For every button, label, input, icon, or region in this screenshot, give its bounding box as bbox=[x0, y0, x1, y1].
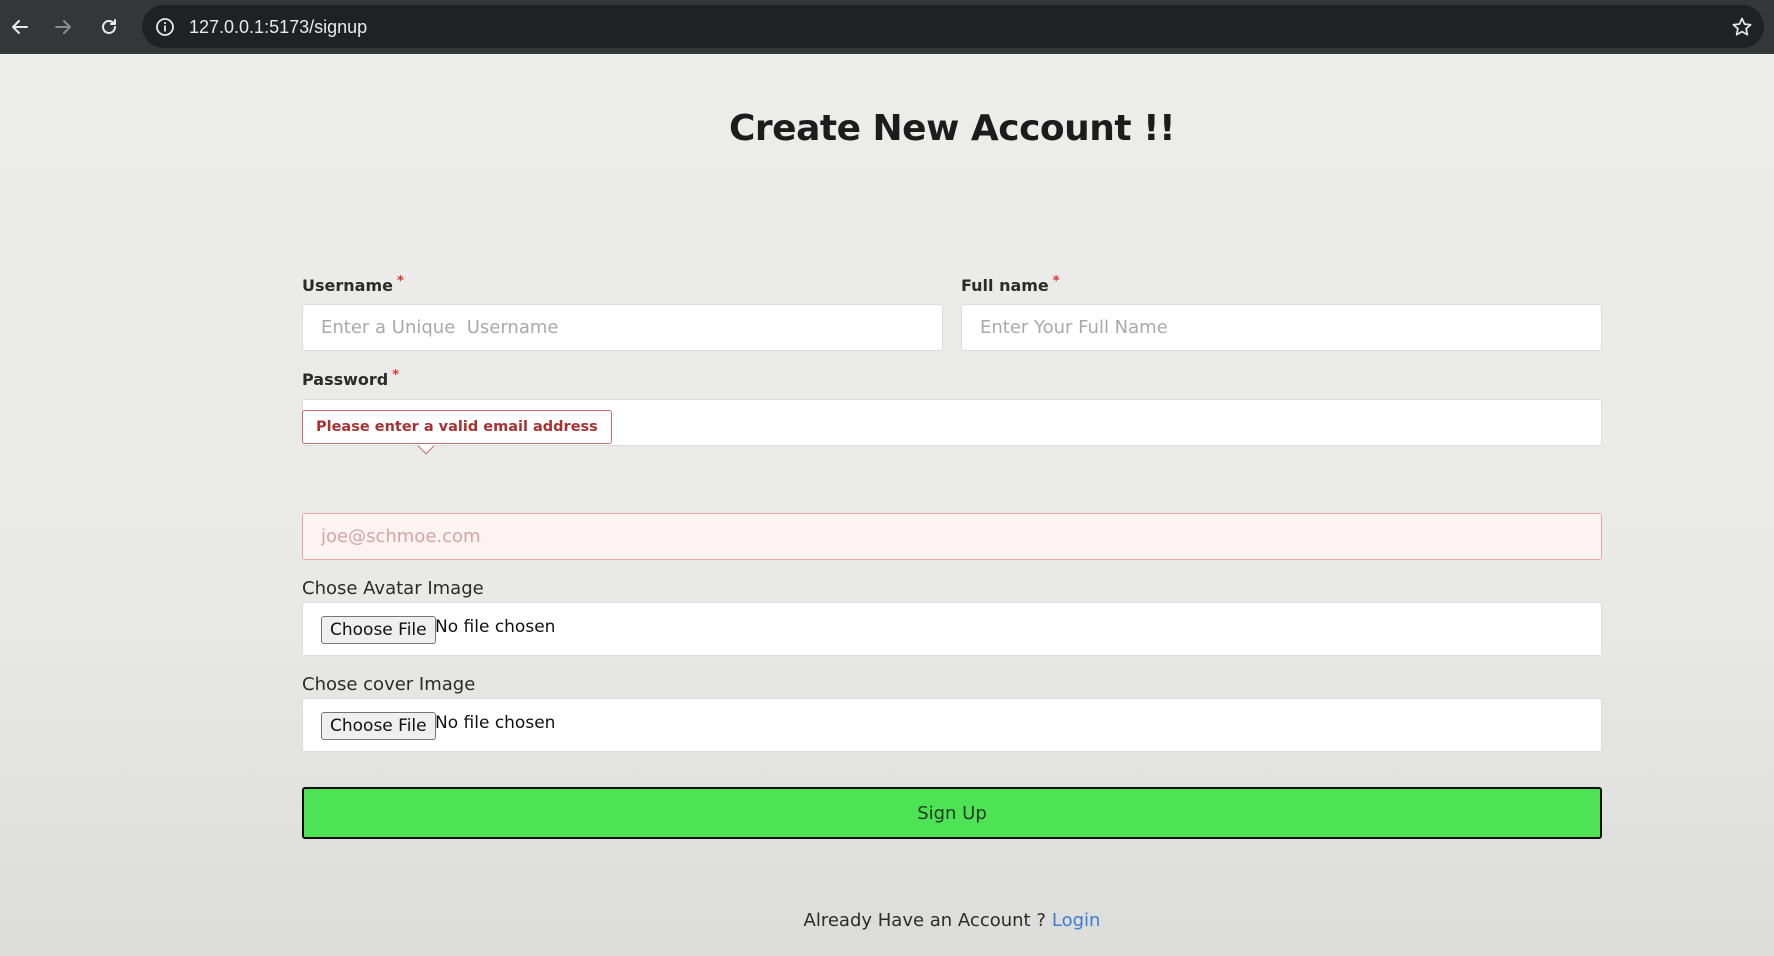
back-arrow-icon[interactable] bbox=[5, 12, 35, 42]
validation-message: Please enter a valid email address bbox=[316, 419, 598, 435]
password-label: Password * bbox=[302, 368, 400, 389]
email-validation-tooltip: Please enter a valid email address bbox=[302, 410, 612, 444]
fullname-label: Full name * bbox=[961, 274, 1060, 295]
login-prompt-text: Already Have an Account ? bbox=[803, 910, 1046, 931]
site-info-icon[interactable] bbox=[153, 15, 177, 39]
forward-arrow-icon[interactable] bbox=[48, 12, 78, 42]
cover-file-status: No file chosen bbox=[435, 713, 556, 733]
username-label: Username * bbox=[302, 274, 404, 295]
avatar-choose-file-button[interactable]: Choose File bbox=[321, 616, 436, 644]
cover-file-input[interactable]: Choose File No file chosen bbox=[302, 698, 1602, 752]
username-label-text: Username bbox=[302, 276, 393, 295]
avatar-file-input[interactable]: Choose File No file chosen bbox=[302, 602, 1602, 656]
login-link[interactable]: Login bbox=[1052, 910, 1101, 931]
cover-choose-file-button[interactable]: Choose File bbox=[321, 712, 436, 740]
fullname-input[interactable] bbox=[961, 304, 1602, 351]
email-input[interactable] bbox=[302, 513, 1602, 560]
password-label-text: Password bbox=[302, 370, 389, 389]
reload-icon[interactable] bbox=[94, 12, 124, 42]
avatar-file-status: No file chosen bbox=[435, 617, 556, 637]
url-text: 127.0.0.1:5173/signup bbox=[189, 17, 368, 37]
browser-toolbar: 127.0.0.1:5173/signup bbox=[0, 0, 1774, 54]
required-mark: * bbox=[1052, 274, 1060, 289]
username-input[interactable] bbox=[302, 304, 943, 351]
bookmark-star-icon[interactable] bbox=[1730, 15, 1754, 39]
required-mark: * bbox=[396, 274, 404, 289]
signup-button[interactable]: Sign Up bbox=[302, 787, 1602, 839]
cover-label: Chose cover Image bbox=[302, 674, 476, 695]
avatar-label: Chose Avatar Image bbox=[302, 578, 484, 599]
fullname-label-text: Full name bbox=[961, 276, 1049, 295]
address-bar[interactable]: 127.0.0.1:5173/signup bbox=[142, 5, 1764, 48]
required-mark: * bbox=[392, 368, 400, 383]
login-prompt: Already Have an Account ? Login bbox=[0, 910, 1774, 931]
page-title: Create New Account !! bbox=[729, 108, 1176, 149]
